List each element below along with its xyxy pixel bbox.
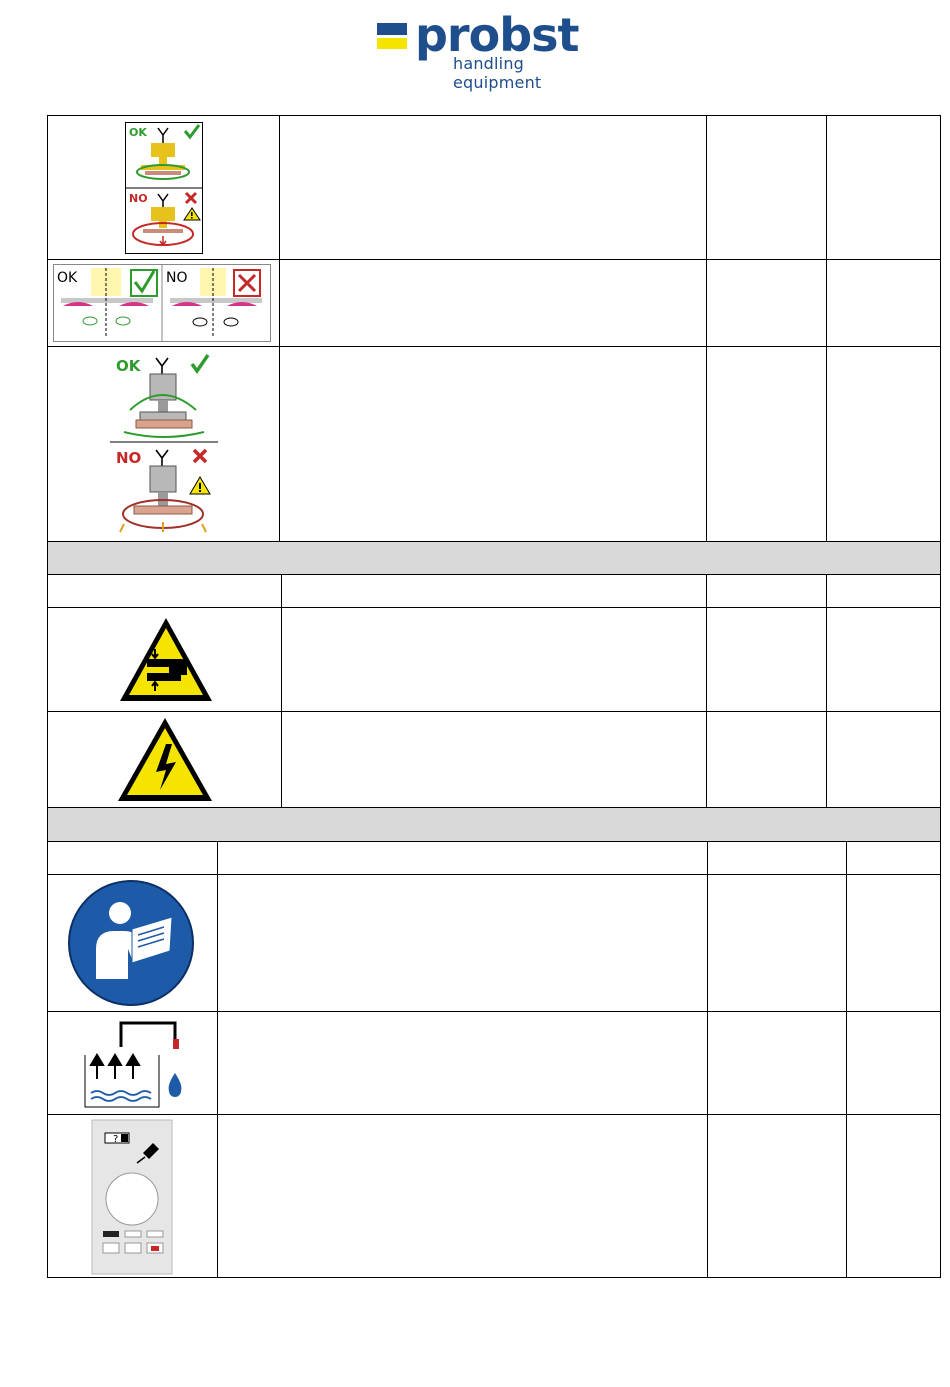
table-rule bbox=[217, 841, 218, 1278]
table-rule bbox=[47, 1011, 941, 1012]
table-rule bbox=[281, 574, 282, 808]
crush-hazard-warning-icon bbox=[117, 615, 215, 705]
ok-label: OK bbox=[57, 270, 78, 286]
table-rule bbox=[47, 115, 941, 116]
no-label: NO bbox=[129, 192, 148, 205]
section-header-band bbox=[47, 542, 940, 574]
water-drain-icon bbox=[83, 1017, 191, 1111]
no-label: NO bbox=[166, 270, 188, 286]
table-rule bbox=[279, 115, 280, 542]
table-rule bbox=[940, 115, 941, 1278]
svg-text:?: ? bbox=[113, 1134, 118, 1145]
table-rule bbox=[47, 1114, 941, 1115]
table-rule bbox=[707, 841, 708, 1278]
table-rule bbox=[47, 807, 941, 808]
lifting-load-ok-no-icon: OK NO bbox=[110, 352, 220, 536]
table-rule bbox=[47, 259, 941, 260]
table-rule bbox=[826, 574, 827, 808]
section-header-band bbox=[47, 808, 940, 841]
ok-label: OK bbox=[129, 126, 147, 139]
table-rule bbox=[826, 115, 827, 542]
read-manual-icon bbox=[66, 879, 196, 1007]
table-rule bbox=[47, 115, 48, 1278]
table-rule bbox=[846, 841, 847, 1278]
lifting-position-ok-no-icon: OK NO bbox=[125, 122, 203, 254]
table-rule bbox=[47, 346, 941, 347]
electrical-hazard-warning-icon bbox=[116, 716, 214, 804]
ok-label: OK bbox=[116, 357, 142, 375]
table-rule bbox=[47, 874, 941, 875]
no-label: NO bbox=[116, 449, 141, 467]
table-rule bbox=[47, 607, 941, 608]
table-rule bbox=[47, 841, 941, 842]
table-rule bbox=[47, 541, 941, 542]
vacuum-plate-alignment-icon: OK NO bbox=[53, 264, 271, 342]
table-rule bbox=[47, 574, 941, 575]
table-rule bbox=[706, 574, 707, 808]
table-rule bbox=[47, 711, 941, 712]
table-rule bbox=[47, 1277, 941, 1278]
remote-control-battery-icon: ? bbox=[91, 1119, 173, 1275]
table-rule bbox=[706, 115, 707, 542]
